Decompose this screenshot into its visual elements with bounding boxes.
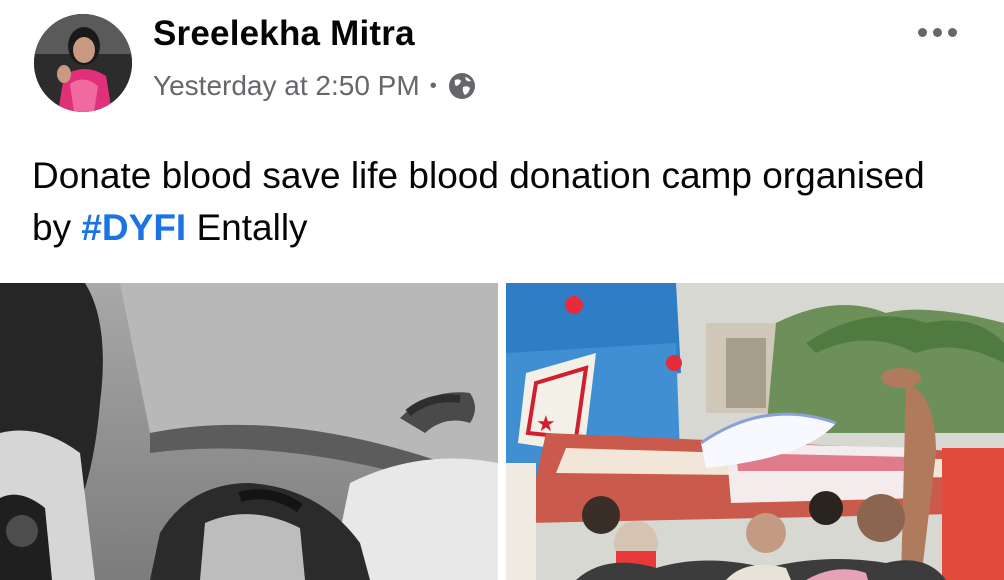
more-dot <box>947 27 957 37</box>
svg-text:★: ★ <box>536 412 556 437</box>
more-options-button[interactable] <box>912 14 962 50</box>
hashtag-link[interactable]: #DYFI <box>81 207 186 248</box>
post-meta: Yesterday at 2:50 PM • <box>153 70 477 102</box>
post-header: Sreelekha Mitra Yesterday at 2:50 PM • <box>0 0 1004 130</box>
blood-donation-camp-photo[interactable]: ★ <box>506 283 1004 580</box>
post-text-tail: Entally <box>186 207 308 248</box>
author-name[interactable]: Sreelekha Mitra <box>153 14 415 54</box>
post-timestamp[interactable]: Yesterday at 2:50 PM <box>153 70 420 102</box>
more-dot <box>917 27 927 37</box>
author-avatar[interactable] <box>34 14 132 112</box>
meta-separator: • <box>429 75 437 97</box>
car-selfie-photo[interactable] <box>0 283 498 580</box>
more-dot <box>932 27 942 37</box>
post-text: Donate blood save life blood donation ca… <box>32 150 972 254</box>
globe-icon[interactable] <box>447 71 477 101</box>
photo-grid: ★ <box>0 283 1004 580</box>
